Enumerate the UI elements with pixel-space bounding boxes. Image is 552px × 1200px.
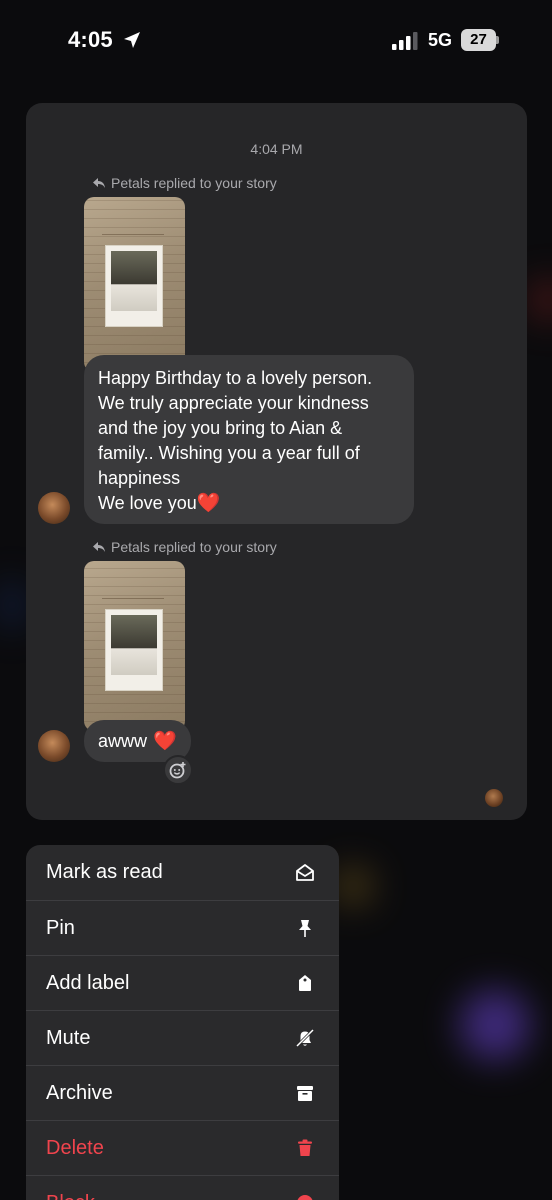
avatar[interactable] — [38, 492, 70, 524]
pin-button[interactable]: Pin — [26, 900, 339, 955]
background-blur — [0, 580, 24, 630]
mute-button[interactable]: Mute — [26, 1010, 339, 1065]
message-bubble[interactable]: Happy Birthday to a lovely person. We tr… — [84, 355, 414, 524]
reply-label-text: Petals replied to your story — [111, 175, 277, 191]
menu-item-label: Delete — [46, 1136, 104, 1159]
bell-slash-icon — [295, 1028, 315, 1048]
background-blur — [460, 990, 530, 1060]
avatar[interactable] — [38, 730, 70, 762]
context-menu: Mark as read Pin Add label Mute Archive — [26, 845, 339, 1200]
story-reply-label: Petals replied to your story — [92, 175, 277, 191]
story-thumbnail[interactable] — [84, 561, 185, 731]
heart-emoji: ❤️ — [153, 730, 177, 752]
reply-arrow-icon — [93, 542, 105, 552]
story-thumbnail[interactable] — [84, 197, 185, 372]
location-arrow-icon — [124, 32, 140, 48]
archive-icon — [297, 1086, 313, 1101]
block-button[interactable]: Block — [26, 1175, 339, 1200]
block-icon — [297, 1195, 313, 1200]
seen-avatar — [485, 789, 503, 807]
reply-label-text: Petals replied to your story — [111, 539, 277, 555]
menu-item-label: Mark as read — [46, 861, 163, 883]
add-reaction-button[interactable] — [163, 755, 193, 785]
menu-item-label: Archive — [46, 1081, 113, 1104]
delete-button[interactable]: Delete — [26, 1120, 339, 1175]
archive-button[interactable]: Archive — [26, 1065, 339, 1120]
emoji-add-icon — [169, 762, 186, 779]
menu-item-label: Pin — [46, 916, 75, 939]
trash-icon — [298, 1139, 312, 1156]
network-type: 5G — [428, 30, 453, 50]
battery-level: 27 — [461, 29, 496, 51]
tag-icon — [299, 975, 311, 991]
reply-arrow-icon — [93, 178, 105, 188]
background-blur — [335, 868, 371, 904]
story-reply-label: Petals replied to your story — [92, 539, 277, 555]
mark-as-read-button[interactable]: Mark as read — [26, 845, 339, 900]
chat-preview[interactable]: 4:04 PM Petals replied to your story Hap… — [26, 103, 527, 820]
message-text: Happy Birthday to a lovely person. We tr… — [98, 368, 373, 513]
add-label-button[interactable]: Add label — [26, 955, 339, 1010]
envelope-open-icon — [296, 863, 314, 881]
message-timestamp: 4:04 PM — [250, 141, 303, 157]
menu-item-label: Add label — [46, 971, 130, 994]
battery-icon: 27 — [461, 29, 499, 51]
background-blur — [528, 280, 552, 320]
menu-item-label: Block — [46, 1192, 95, 1200]
menu-item-label: Mute — [46, 1026, 91, 1049]
heart-emoji: ❤️ — [196, 493, 221, 514]
status-bar: 4:05 5G 27 — [0, 0, 552, 84]
pin-icon — [299, 920, 311, 937]
message-text: awww — [98, 730, 148, 751]
cellular-signal-icon — [392, 32, 418, 50]
status-time: 4:05 — [68, 27, 113, 52]
